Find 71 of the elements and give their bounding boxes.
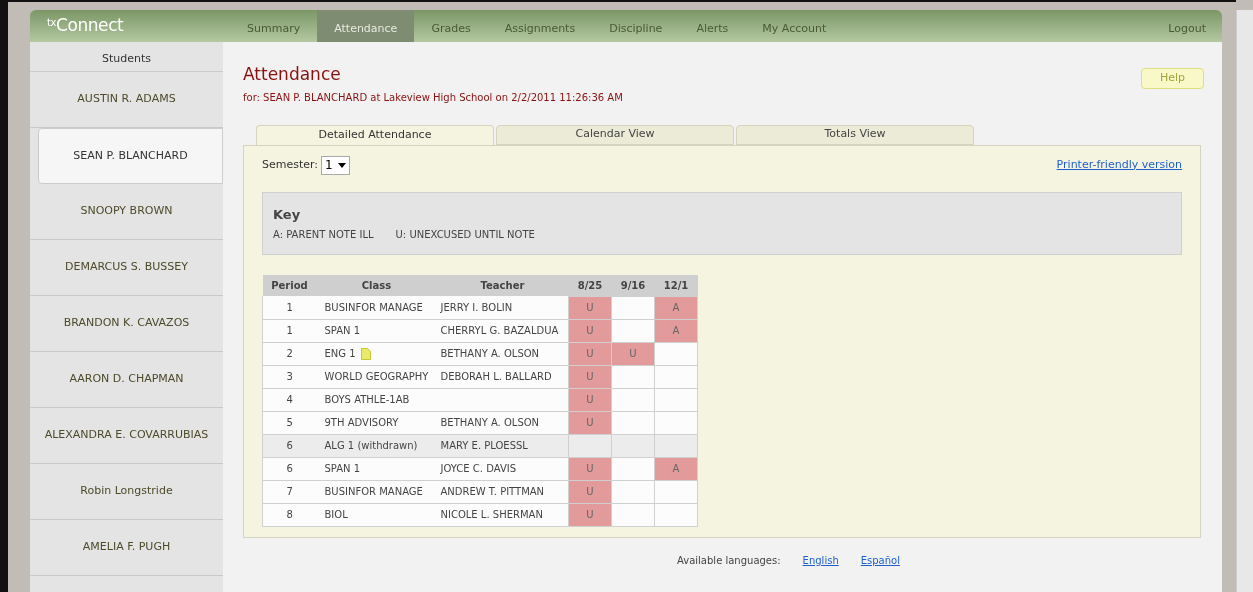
table-cell-text: SPAN 1 (324, 462, 361, 476)
view-tab[interactable]: Totals View (736, 124, 974, 145)
language-link[interactable]: English (802, 552, 839, 568)
table-cell-text: 9TH ADVISORY (324, 416, 399, 430)
language-link[interactable]: Español (860, 552, 900, 568)
semester-dropdown[interactable]: 1 (321, 155, 350, 175)
attendance-mark: A (654, 296, 698, 319)
table-cell: 6 (262, 457, 317, 480)
table-cell-text: ENG 1 (324, 347, 356, 361)
attendance-mark: U (568, 457, 612, 480)
attendance-mark: U (568, 319, 612, 342)
table-cell: 5 (262, 411, 317, 434)
attendance-mark: U (568, 296, 612, 319)
attendance-mark: U (568, 388, 612, 411)
view-tab[interactable]: Calendar View (496, 124, 734, 145)
table-cell-text: BOYS ATHLE-1AB (324, 393, 410, 407)
page-title: Attendance (243, 63, 342, 86)
table-cell: 3 (262, 365, 317, 388)
view-tab[interactable]: Detailed Attendance (256, 124, 494, 145)
document-icon[interactable] (360, 347, 371, 360)
table-cell-text: ALG 1 (withdrawn) (324, 439, 418, 453)
table-cell: BETHANY A. OLSON (440, 348, 540, 359)
column-header: 8/25 (568, 275, 612, 296)
student-item[interactable]: AMELIA F. PUGH (30, 520, 223, 576)
attendance-mark: U (568, 503, 612, 526)
table-cell: 6 (262, 434, 317, 457)
table-cell-text: SPAN 1 (324, 324, 361, 338)
table-cell-text: WORLD GEOGRAPHY (324, 370, 429, 384)
table-cell: JOYCE C. DAVIS (440, 463, 517, 474)
page-subtitle: for: SEAN P. BLANCHARD at Lakeview High School on 2/2/2011 11:26:36 AM (243, 90, 623, 105)
table-cell: 1 (262, 319, 317, 342)
table-cell-text: BIOL (324, 508, 348, 522)
attendance-mark: U (568, 342, 612, 365)
table-cell: 4 (262, 388, 317, 411)
table-cell: ANDREW T. PITTMAN (440, 486, 545, 497)
column-header: 9/16 (611, 275, 655, 296)
printer-friendly-link[interactable]: Printer-friendly version (1056, 156, 1182, 174)
table-cell-text: BUSINFOR MANAGE (324, 300, 423, 315)
table-cell: 7 (262, 480, 317, 503)
table-cell: JERRY I. BOLIN (440, 301, 513, 313)
key-entry: A: PARENT NOTE ILL (273, 228, 374, 242)
attendance-mark: U (568, 411, 612, 434)
student-item[interactable]: SEAN P. BLANCHARD (38, 128, 223, 184)
table-cell: DEBORAH L. BALLARD (440, 371, 552, 382)
table-cell: NICOLE L. SHERMAN (440, 509, 543, 520)
column-header: Teacher (436, 275, 569, 296)
table-cell: 2 (262, 342, 317, 365)
attendance-mark: U (568, 365, 612, 388)
caret-icon (337, 162, 346, 168)
sidebar-title: Students (30, 42, 223, 72)
table-cell: CHERRYL G. BAZALDUA (440, 325, 559, 336)
column-header: 12/1 (654, 275, 698, 296)
scrollbar[interactable] (1236, 10, 1253, 592)
student-item[interactable]: SNOOPY BROWN (30, 184, 223, 240)
semester-label: Semester: (262, 156, 319, 173)
table-cell: BETHANY A. OLSON (440, 417, 540, 428)
table-cell: 8 (262, 503, 317, 526)
student-item[interactable]: DEMARCUS S. BUSSEY (30, 240, 223, 296)
table-cell: 1 (262, 296, 317, 319)
student-item[interactable]: Robin Longstride (30, 464, 223, 520)
student-item[interactable]: BRANDON K. CAVAZOS (30, 296, 223, 352)
student-item[interactable]: AARON D. CHAPMAN (30, 352, 223, 408)
column-header: Period (262, 275, 317, 296)
table-cell-text: BUSINFOR MANAGE (324, 485, 423, 499)
student-item[interactable]: ALEXANDRA E. COVARRUBIAS (30, 408, 223, 464)
table-cell: MARY E. PLOESSL (440, 440, 528, 451)
key-title: Key (273, 205, 302, 224)
column-header: Class (316, 275, 437, 296)
attendance-mark: U (568, 480, 612, 503)
key-entry: U: UNEXCUSED UNTIL NOTE (395, 228, 535, 242)
languages-label: Available languages: (677, 553, 781, 568)
